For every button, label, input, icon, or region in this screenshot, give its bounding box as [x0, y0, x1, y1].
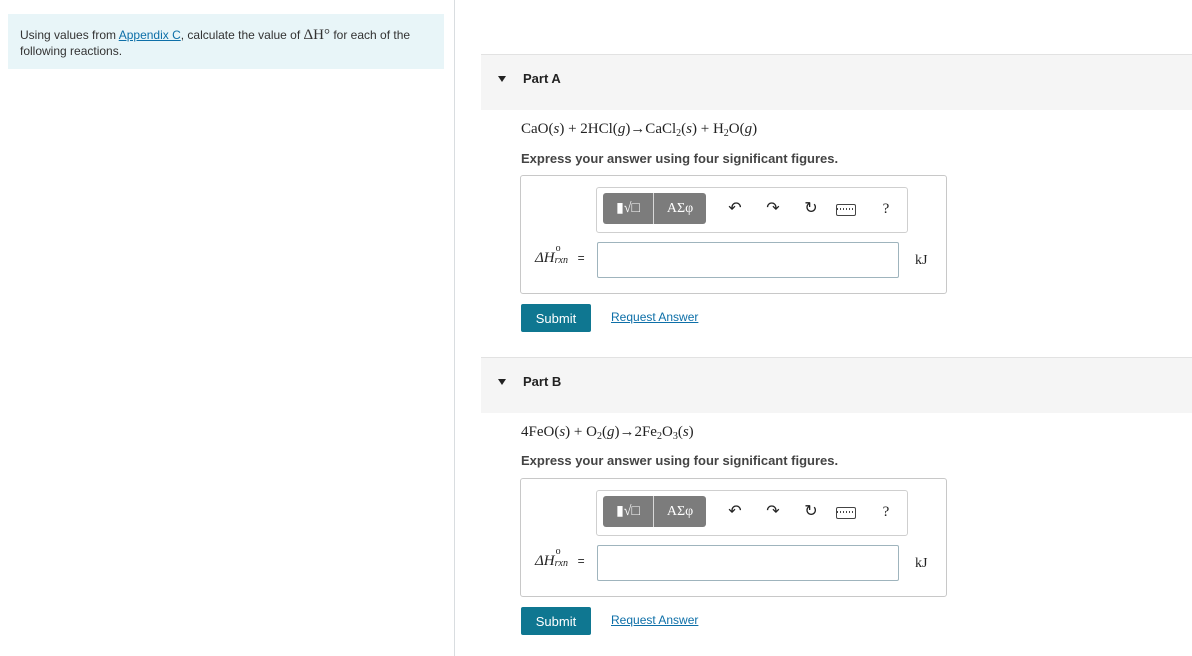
- delta-h-rxn-label: ΔH o rxn =: [535, 546, 585, 569]
- part-a-answer-box: ▮√□ ΑΣφ ↶ ↷ ↻ ? ΔH o rxn = kJ: [520, 175, 947, 294]
- unit-label: kJ: [915, 556, 928, 571]
- math-toolbar: ▮√□ ΑΣφ ↶ ↷ ↻ ?: [596, 490, 908, 536]
- part-a-request-answer-link[interactable]: Request Answer: [611, 310, 698, 324]
- undo-icon[interactable]: ↶: [724, 200, 746, 218]
- unit-label: kJ: [915, 253, 928, 268]
- problem-intro: Using values from Appendix C, calculate …: [8, 14, 444, 69]
- part-b-answer-input[interactable]: [597, 545, 899, 581]
- part-b-request-answer-link[interactable]: Request Answer: [611, 613, 698, 627]
- part-b-title: Part B: [523, 374, 562, 389]
- help-icon[interactable]: ?: [875, 200, 897, 218]
- column-divider: [454, 0, 455, 656]
- collapse-triangle-icon[interactable]: [498, 76, 506, 82]
- math-toolbar: ▮√□ ΑΣφ ↶ ↷ ↻ ?: [596, 187, 908, 233]
- part-a-answer-input[interactable]: [597, 242, 899, 278]
- part-a-title: Part A: [523, 71, 561, 86]
- delta-h-symbol: ΔH°: [303, 27, 330, 43]
- reset-icon[interactable]: ↻: [800, 503, 822, 521]
- part-b-submit-button[interactable]: Submit: [521, 607, 591, 635]
- symbols-button[interactable]: ΑΣφ: [654, 496, 706, 527]
- intro-text-middle: , calculate the value of: [180, 28, 304, 42]
- part-b-answer-box: ▮√□ ΑΣφ ↶ ↷ ↻ ? ΔH o rxn = kJ: [520, 478, 947, 597]
- keyboard-icon[interactable]: [835, 200, 857, 218]
- templates-button[interactable]: ▮√□: [603, 496, 654, 527]
- part-a-submit-button[interactable]: Submit: [521, 304, 591, 332]
- help-icon[interactable]: ?: [875, 503, 897, 521]
- intro-text-before: Using values from: [20, 28, 119, 42]
- part-b-instruction: Express your answer using four significa…: [521, 453, 839, 468]
- undo-icon[interactable]: ↶: [724, 503, 746, 521]
- templates-button[interactable]: ▮√□: [603, 193, 654, 224]
- part-b-header[interactable]: Part B: [481, 357, 1192, 413]
- delta-h-rxn-label: ΔH o rxn =: [535, 243, 585, 266]
- part-b-equation: 4FeO(s) + O2(g)→2Fe2O3(s): [521, 424, 694, 442]
- redo-icon[interactable]: ↷: [762, 200, 784, 218]
- keyboard-icon[interactable]: [835, 503, 857, 521]
- symbols-button[interactable]: ΑΣφ: [654, 193, 706, 224]
- appendix-c-link[interactable]: Appendix C: [119, 28, 181, 42]
- part-a-header[interactable]: Part A: [481, 54, 1192, 110]
- redo-icon[interactable]: ↷: [762, 503, 784, 521]
- part-a-instruction: Express your answer using four significa…: [521, 151, 839, 166]
- part-a-equation: CaO(s) + 2HCl(g)→CaCl2(s) + H2O(g): [521, 121, 758, 139]
- collapse-triangle-icon[interactable]: [498, 379, 506, 385]
- reset-icon[interactable]: ↻: [800, 200, 822, 218]
